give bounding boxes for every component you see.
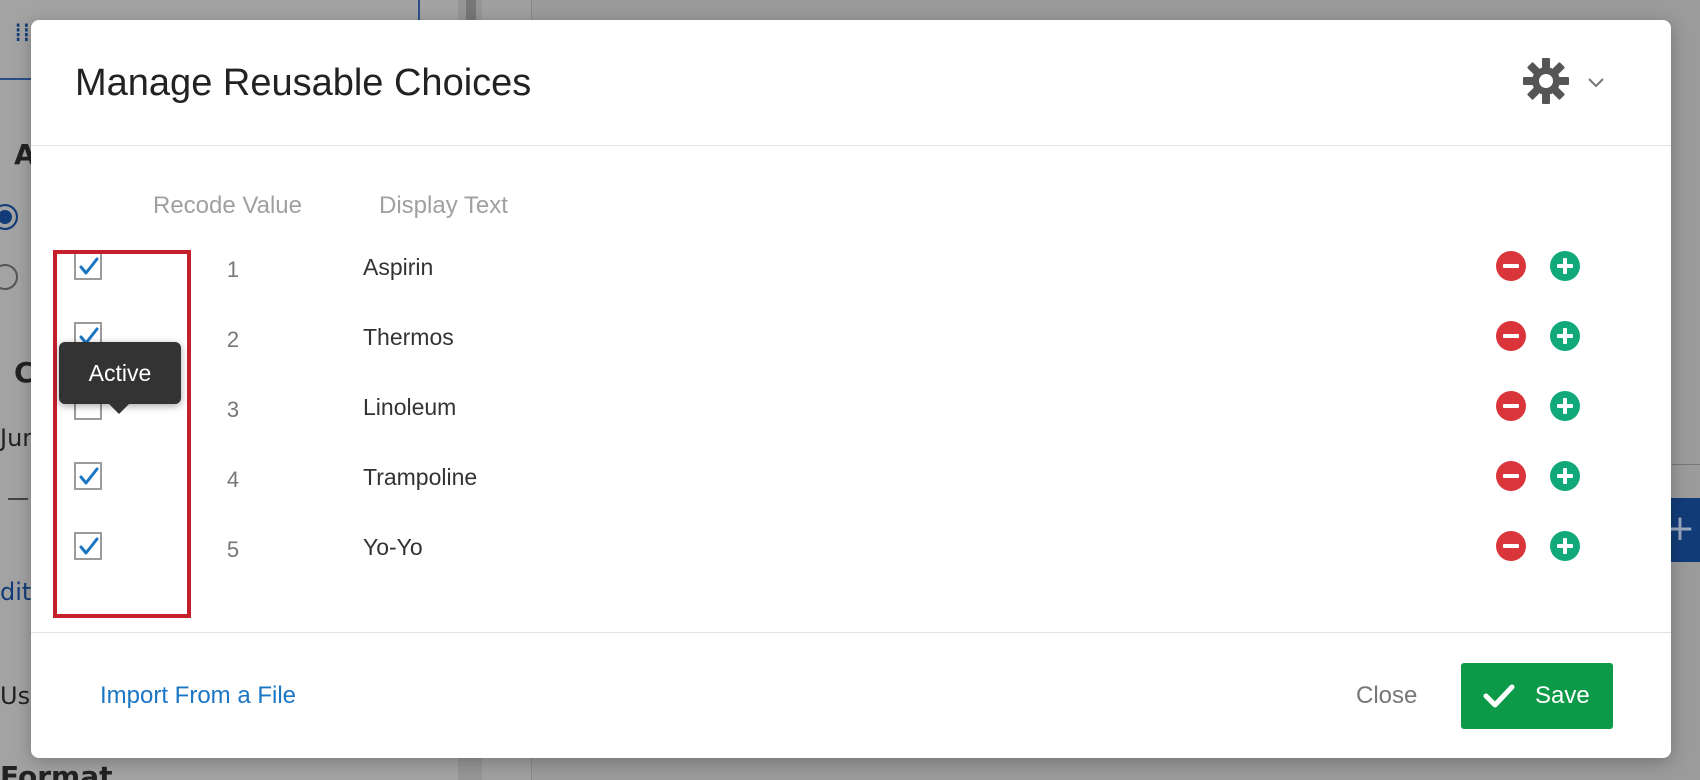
remove-choice-icon[interactable] <box>1495 250 1527 282</box>
choice-row: 3 Linoleum <box>31 386 1671 446</box>
save-button-label: Save <box>1535 682 1590 709</box>
active-checkbox[interactable] <box>74 532 102 560</box>
display-text[interactable]: Trampoline <box>363 464 477 491</box>
gear-icon[interactable] <box>1521 56 1571 106</box>
check-icon <box>79 257 99 275</box>
remove-choice-icon[interactable] <box>1495 460 1527 492</box>
remove-choice-icon[interactable] <box>1495 390 1527 422</box>
display-text[interactable]: Linoleum <box>363 394 456 421</box>
background-line <box>1672 464 1700 465</box>
add-choice-icon[interactable] <box>1549 320 1581 352</box>
add-choice-icon[interactable] <box>1549 390 1581 422</box>
add-choice-icon[interactable] <box>1549 530 1581 562</box>
background-link: dit <box>0 578 32 606</box>
choice-row: 4 Trampoline <box>31 456 1671 516</box>
dots-icon: ⁞⁞ <box>14 18 31 48</box>
add-choice-icon[interactable] <box>1549 460 1581 492</box>
background-heading-3: Format <box>0 760 113 780</box>
display-text[interactable]: Thermos <box>363 324 454 351</box>
modal-header: Manage Reusable Choices <box>31 20 1671 146</box>
choice-row: 2 Thermos <box>31 316 1671 376</box>
modal-footer: Import From a File Close Save <box>31 632 1671 758</box>
display-text[interactable]: Yo-Yo <box>363 534 423 561</box>
remove-choice-icon[interactable] <box>1495 530 1527 562</box>
background-dash <box>8 498 28 500</box>
recode-value[interactable]: 3 <box>223 397 243 423</box>
check-icon <box>79 467 99 485</box>
column-header-display: Display Text <box>379 192 508 219</box>
recode-value[interactable]: 4 <box>223 467 243 493</box>
recode-value[interactable]: 5 <box>223 537 243 563</box>
active-checkbox[interactable] <box>74 462 102 490</box>
close-button[interactable]: Close <box>1356 682 1417 710</box>
modal-title: Manage Reusable Choices <box>75 62 532 104</box>
recode-value[interactable]: 2 <box>223 327 243 353</box>
chevron-down-icon[interactable] <box>1586 72 1606 92</box>
recode-value[interactable]: 1 <box>223 257 243 283</box>
column-header-recode: Recode Value <box>153 192 302 219</box>
save-button[interactable]: Save <box>1461 663 1613 729</box>
remove-choice-icon[interactable] <box>1495 320 1527 352</box>
check-icon <box>79 537 99 555</box>
choice-row: 5 Yo-Yo <box>31 526 1671 586</box>
import-from-file-link[interactable]: Import From a File <box>100 682 296 710</box>
active-checkbox[interactable] <box>74 252 102 280</box>
manage-choices-modal: Manage Reusable Choices Recode Value Dis… <box>31 20 1671 758</box>
display-text[interactable]: Aspirin <box>363 254 433 281</box>
checkmark-icon <box>1483 684 1515 708</box>
add-choice-icon[interactable] <box>1549 250 1581 282</box>
active-tooltip: Active <box>59 342 181 414</box>
choice-row: 1 Aspirin <box>31 246 1671 306</box>
